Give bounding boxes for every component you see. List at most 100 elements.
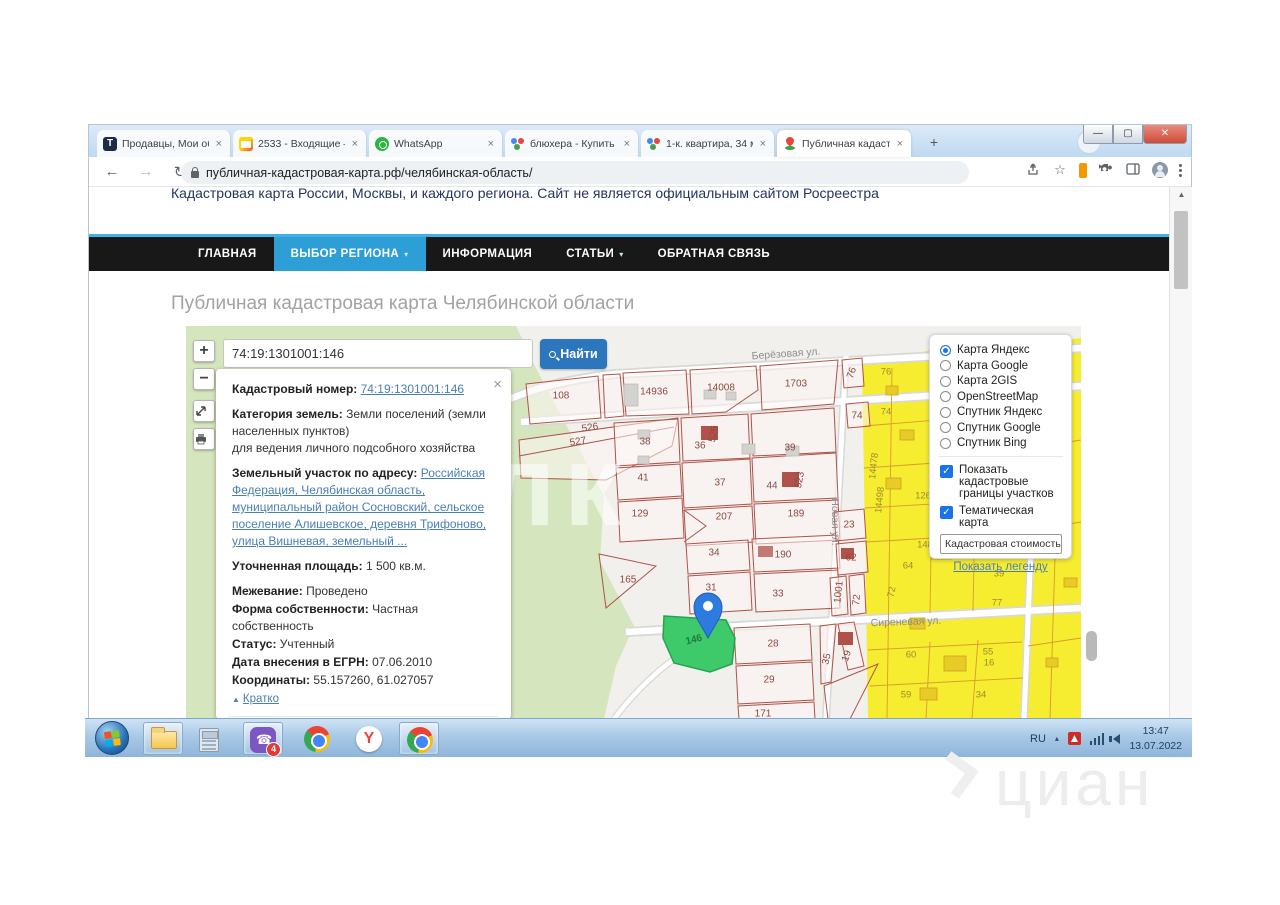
forward-button[interactable]: →	[135, 163, 157, 180]
taskbar-calculator-button[interactable]	[189, 722, 229, 755]
tab-close-icon[interactable]: ×	[214, 138, 224, 150]
taskbar-yandex-button[interactable]: Y	[349, 722, 389, 755]
minimize-button[interactable]: —	[1083, 125, 1113, 144]
map-layers-panel: Карта Яндекс Карта Google Карта 2GIS OpenSt…	[929, 334, 1072, 573]
nav-item-обратная-связь[interactable]: ОБРАТНАЯ СВЯЗЬ	[641, 237, 787, 271]
radio-label: Спутник Bing	[957, 437, 1027, 449]
overlay-checkbox-option[interactable]: ✓ Тематическая карта	[940, 505, 1061, 529]
taskbar-explorer-button[interactable]	[143, 722, 183, 755]
tab-close-icon[interactable]: ×	[895, 138, 905, 150]
browser-tab[interactable]: 1-к. квартира, 34 м², 8 ×	[641, 130, 775, 157]
nav-item-информация[interactable]: ИНФОРМАЦИЯ	[426, 237, 550, 271]
search-bar: Найти	[223, 339, 607, 369]
browser-tab[interactable]: Публичная кадастров ×	[777, 130, 911, 157]
mail-favicon-icon	[239, 136, 253, 151]
print-button[interactable]	[193, 428, 215, 450]
sidebar-icon[interactable]	[1125, 162, 1141, 178]
zoom-in-button[interactable]: +	[193, 340, 215, 362]
taskbar-chrome-active-button[interactable]	[399, 722, 439, 755]
browser-tab[interactable]: Т Продавцы, Мои объек ×	[97, 130, 231, 157]
browser-tab[interactable]: 2533 - Входящие — Ян ×	[233, 130, 367, 157]
start-button[interactable]	[95, 721, 129, 755]
basemap-radio-option[interactable]: Спутник Google	[940, 422, 1061, 434]
show-legend-link[interactable]: Показать легенду	[940, 561, 1061, 573]
back-button[interactable]: ←	[101, 163, 123, 180]
nav-item-выбор-региона[interactable]: ВЫБОР РЕГИОНА ▾	[273, 237, 426, 271]
taskbar-chrome-button[interactable]	[297, 722, 337, 755]
seller-favicon-icon: Т	[103, 136, 117, 151]
checkbox-checked-icon[interactable]: ✓	[940, 465, 953, 478]
search-input[interactable]	[223, 339, 533, 368]
cad-number-link[interactable]: 74:19:1301001:146	[361, 382, 464, 396]
tab-close-icon[interactable]: ×	[622, 138, 632, 150]
fullscreen-button[interactable]	[193, 400, 215, 422]
area-value: 1 500 кв.м.	[365, 559, 426, 574]
tab-strip: ТПродавцы, Мои объек×2533 - Входящие — Я…	[89, 125, 1191, 157]
radio-label: Карта Яндекс	[957, 344, 1030, 356]
whatsapp-favicon-icon	[375, 136, 389, 151]
browser-tab[interactable]: блюхера - Купить 1-ко ×	[505, 130, 639, 157]
tab-close-icon[interactable]: ×	[350, 138, 360, 150]
ownership-label: Форма собственности:	[232, 602, 369, 617]
tab-title: Публичная кадастров	[802, 137, 890, 150]
address-bar[interactable]: публичная-кадастровая-карта.рф/челябинск…	[181, 161, 969, 184]
overlay-checkbox-option[interactable]: ✓ Показать кадастровые границы участков	[940, 464, 1061, 500]
bookmark-star-icon[interactable]: ☆	[1052, 162, 1068, 178]
new-tab-button[interactable]: +	[921, 133, 947, 153]
network-icon[interactable]	[1089, 732, 1105, 745]
extensions-puzzle-icon[interactable]	[1097, 162, 1114, 178]
browser-menu-icon[interactable]	[1179, 163, 1183, 177]
survey-label: Межевание:	[232, 584, 303, 599]
scrollbar-thumb[interactable]	[1174, 211, 1188, 289]
site-navbar: ГЛАВНАЯ ВЫБОР РЕГИОНА ▾ ИНФОРМАЦИЯ СТАТЬИ ▾ ОБ…	[89, 234, 1169, 271]
browser-tab[interactable]: WhatsApp ×	[369, 130, 503, 157]
search-button[interactable]: Найти	[540, 339, 607, 369]
taskbar-viber-button[interactable]: ☎ 4	[243, 722, 283, 757]
selected-parcel[interactable]	[662, 615, 736, 673]
basemap-radio-option[interactable]: Карта Яндекс	[940, 344, 1061, 356]
language-indicator[interactable]: RU	[1030, 733, 1046, 745]
radio-label: Карта Google	[957, 359, 1029, 372]
tab-title: 1-к. квартира, 34 м², 8	[666, 137, 753, 150]
calculator-icon	[199, 728, 219, 752]
inner-scrollbar-thumb[interactable]	[1086, 631, 1097, 661]
desktop: ТПродавцы, Мои объек×2533 - Входящие — Я…	[0, 0, 1280, 905]
brief-link[interactable]: ▲ Кратко	[232, 691, 495, 707]
panel-close-icon[interactable]: ×	[493, 374, 502, 395]
checkbox-checked-icon[interactable]: ✓	[940, 506, 953, 519]
basemap-radio-option[interactable]: Карта 2GIS	[940, 375, 1061, 387]
radio-icon[interactable]	[940, 360, 951, 371]
basemap-radio-option[interactable]: OpenStreetMap	[940, 391, 1061, 403]
red-tray-icon[interactable]	[1067, 732, 1081, 745]
radio-icon[interactable]	[940, 391, 951, 402]
maximize-button[interactable]: ▢	[1113, 125, 1143, 144]
basemap-radio-option[interactable]: Спутник Bing	[940, 437, 1061, 449]
viber-badge: 4	[266, 742, 281, 757]
basemap-radio-list: Карта Яндекс Карта Google Карта 2GIS OpenSt…	[940, 344, 1061, 449]
tab-close-icon[interactable]: ×	[486, 138, 496, 150]
basemap-radio-option[interactable]: Спутник Яндекс	[940, 406, 1061, 418]
address-label: Земельный участок по адресу:	[232, 466, 418, 481]
radio-icon[interactable]	[940, 375, 951, 387]
cad-number-label: Кадастровый номер:	[232, 382, 358, 396]
share-icon[interactable]	[1025, 162, 1041, 178]
thematic-select[interactable]: Кадастровая стоимость уч ▾	[940, 534, 1062, 554]
radio-icon[interactable]	[940, 437, 951, 449]
radio-icon[interactable]	[940, 406, 951, 418]
close-button[interactable]: ✕	[1143, 125, 1187, 144]
profile-avatar[interactable]	[1152, 162, 1168, 178]
tray-expand-icon[interactable]: ▴	[1055, 734, 1059, 743]
basemap-radio-option[interactable]: Карта Google	[940, 360, 1061, 372]
radio-icon[interactable]	[940, 344, 951, 356]
nav-item-статьи[interactable]: СТАТЬИ ▾	[549, 237, 640, 271]
volume-icon[interactable]	[1109, 733, 1121, 744]
yandex-browser-icon: Y	[356, 726, 382, 752]
nav-item-главная[interactable]: ГЛАВНАЯ	[181, 237, 274, 271]
zoom-out-button[interactable]: −	[193, 368, 215, 390]
tab-close-icon[interactable]: ×	[758, 138, 768, 150]
coords-value: 55.157260, 61.027057	[313, 673, 434, 688]
radio-icon[interactable]	[940, 422, 951, 433]
site-note: Кадастровая карта России, Москвы, и кажд…	[171, 187, 879, 201]
scroll-up-arrow[interactable]: ▲	[1170, 187, 1193, 203]
extension-orange-icon[interactable]	[1079, 162, 1087, 178]
